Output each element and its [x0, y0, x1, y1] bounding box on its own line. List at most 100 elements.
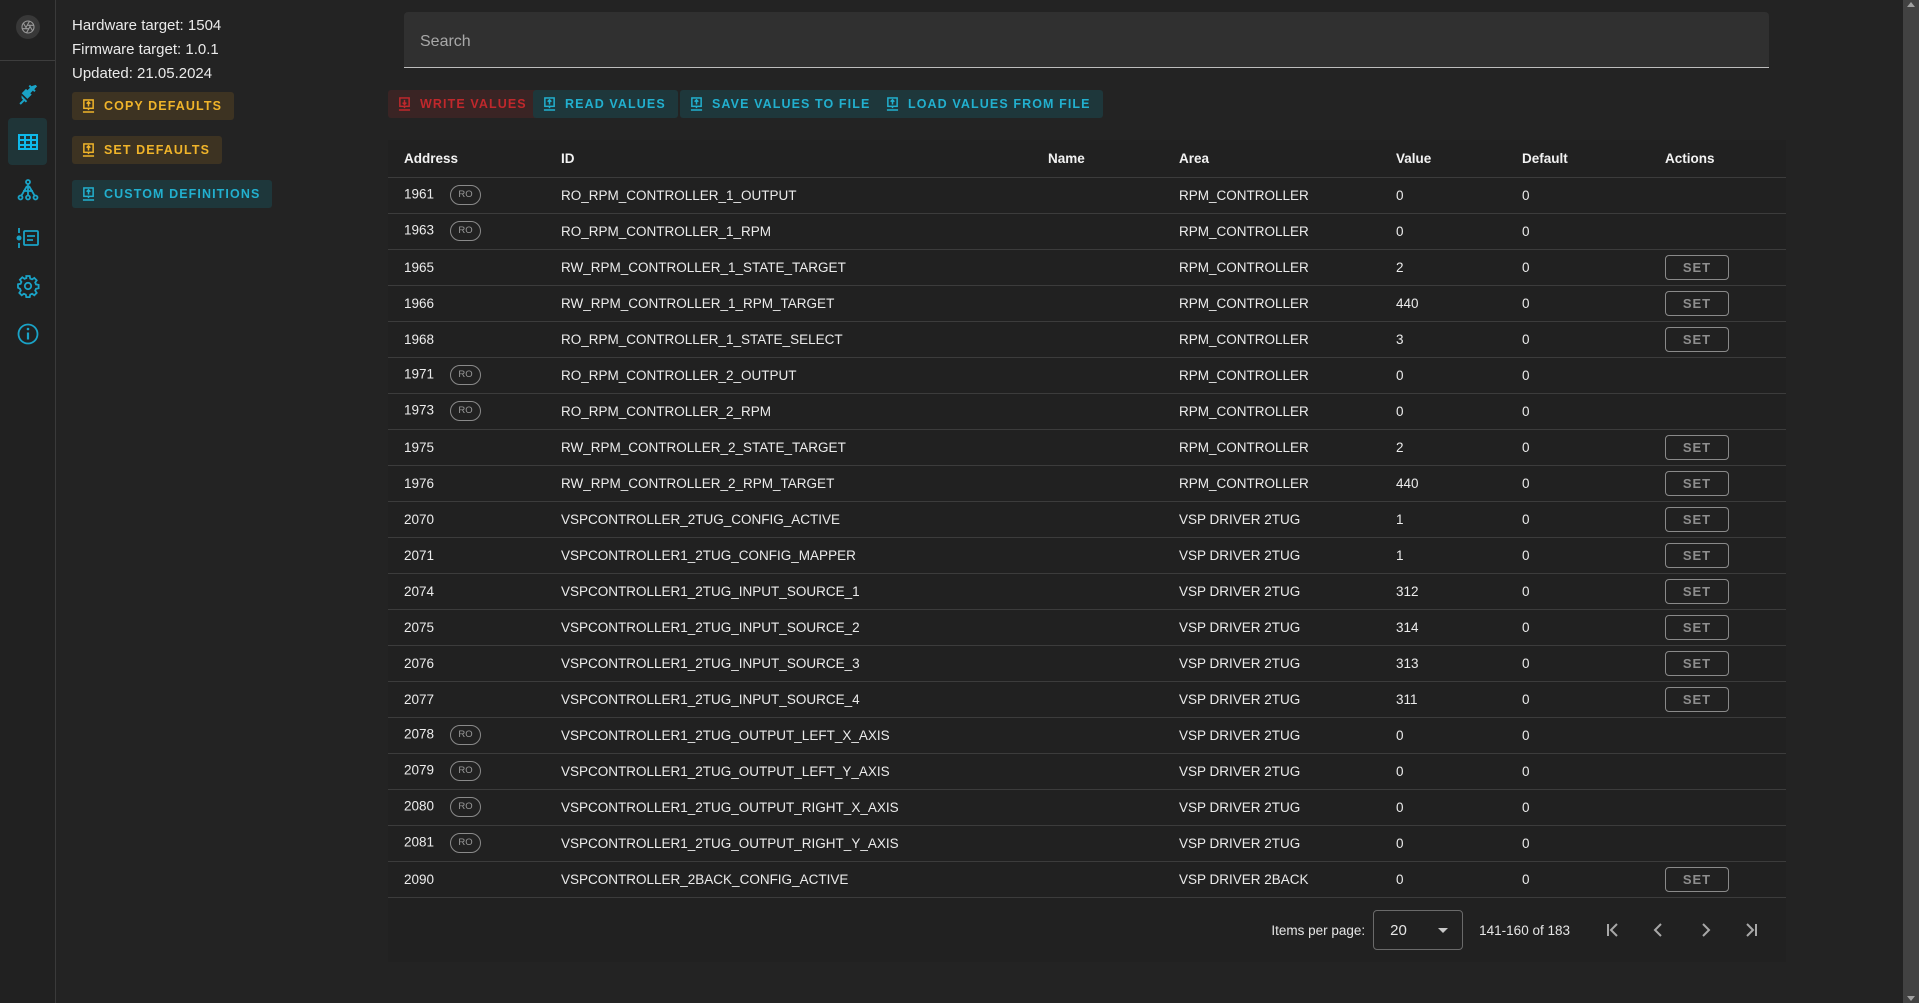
set-value-button[interactable]: SET — [1665, 866, 1729, 892]
cell-default: 0 — [1506, 249, 1649, 286]
column-header-name[interactable]: Name — [1032, 140, 1163, 178]
cell-actions — [1649, 177, 1786, 214]
cell-actions: SET — [1649, 285, 1786, 322]
table-row: 2079 RO VSPCONTROLLER1_2TUG_OUTPUT_LEFT_Y_… — [388, 753, 1786, 790]
table-row: 2075 VSPCONTROLLER1_2TUG_INPUT_SOURCE_2 VS… — [388, 609, 1786, 646]
cell-id: RW_RPM_CONTROLLER_2_STATE_TARGET — [545, 429, 1032, 466]
cell-default: 0 — [1506, 537, 1649, 574]
cell-default: 0 — [1506, 429, 1649, 466]
aperture-icon[interactable] — [16, 15, 40, 39]
write-values-button[interactable]: WRITE VALUES — [388, 90, 539, 118]
cell-actions: SET — [1649, 321, 1786, 358]
set-value-button[interactable]: SET — [1665, 326, 1729, 352]
set-value-button[interactable]: SET — [1665, 542, 1729, 568]
table-row: 1966 RW_RPM_CONTROLLER_1_RPM_TARGET RPM_CO… — [388, 285, 1786, 322]
cell-default: 0 — [1506, 177, 1649, 214]
cell-area: RPM_CONTROLLER — [1163, 357, 1380, 394]
cell-id: VSPCONTROLLER1_2TUG_INPUT_SOURCE_2 — [545, 609, 1032, 646]
cell-id: VSPCONTROLLER_2BACK_CONFIG_ACTIVE — [545, 861, 1032, 898]
cell-area: VSP DRIVER 2TUG — [1163, 609, 1380, 646]
load-values-label: LOAD VALUES FROM FILE — [908, 97, 1091, 111]
column-header-area[interactable]: Area — [1163, 140, 1380, 178]
set-value-button[interactable]: SET — [1665, 470, 1729, 496]
cell-actions: SET — [1649, 537, 1786, 574]
set-value-button[interactable]: SET — [1665, 434, 1729, 460]
cell-name — [1032, 465, 1163, 502]
set-value-button[interactable]: SET — [1665, 290, 1729, 316]
nav-list[interactable] — [8, 214, 47, 261]
nav-settings[interactable] — [8, 262, 47, 309]
set-value-button[interactable]: SET — [1665, 506, 1729, 532]
column-header-value[interactable]: Value — [1380, 140, 1506, 178]
cell-actions — [1649, 753, 1786, 790]
cell-value: 314 — [1380, 609, 1506, 646]
cell-address: 1976 — [388, 465, 545, 502]
gear-icon — [16, 274, 39, 298]
next-page-button[interactable] — [1682, 910, 1728, 950]
load-values-button[interactable]: LOAD VALUES FROM FILE — [876, 90, 1103, 118]
cell-value: 440 — [1380, 465, 1506, 502]
paginator: Items per page: 20 141-160 of 183 — [388, 898, 1786, 962]
address-value: 2076 — [404, 655, 435, 671]
table-row: 2070 VSPCONTROLLER_2TUG_CONFIG_ACTIVE VSP … — [388, 501, 1786, 538]
cell-actions — [1649, 789, 1786, 826]
cell-default: 0 — [1506, 789, 1649, 826]
nav-registers[interactable] — [8, 118, 47, 165]
nav-connection[interactable] — [8, 70, 47, 117]
items-per-page-select[interactable]: 20 — [1373, 910, 1464, 950]
cell-id: VSPCONTROLLER1_2TUG_OUTPUT_RIGHT_Y_AXIS — [545, 825, 1032, 862]
cell-name — [1032, 573, 1163, 610]
hardware-target: Hardware target: 1504 — [72, 17, 222, 34]
read-values-button[interactable]: READ VALUES — [533, 90, 678, 118]
page-scrollbar[interactable] — [1903, 0, 1919, 1003]
search-input[interactable] — [404, 12, 1769, 67]
first-page-button[interactable] — [1590, 910, 1636, 950]
nav-hierarchy[interactable] — [8, 166, 47, 213]
cell-address: 2071 — [388, 537, 545, 574]
cell-id: VSPCONTROLLER1_2TUG_INPUT_SOURCE_3 — [545, 645, 1032, 682]
read-only-badge: RO — [450, 185, 482, 205]
cell-default: 0 — [1506, 285, 1649, 322]
address-value: 2081 — [404, 834, 435, 850]
cell-actions: SET — [1649, 861, 1786, 898]
cell-name — [1032, 681, 1163, 718]
cell-name — [1032, 753, 1163, 790]
set-value-button[interactable]: SET — [1665, 686, 1729, 712]
cell-id: RW_RPM_CONTROLLER_1_STATE_TARGET — [545, 249, 1032, 286]
last-page-icon — [1746, 923, 1757, 937]
column-header-address[interactable]: Address — [388, 140, 545, 178]
set-value-button[interactable]: SET — [1665, 650, 1729, 676]
cell-actions: SET — [1649, 609, 1786, 646]
search-field[interactable] — [404, 12, 1769, 68]
cell-id: RO_RPM_CONTROLLER_2_OUTPUT — [545, 357, 1032, 394]
cell-address: 1968 — [388, 321, 545, 358]
device-upload-icon — [82, 99, 95, 113]
set-defaults-button[interactable]: SET DEFAULTS — [72, 136, 223, 164]
save-values-button[interactable]: SAVE VALUES TO FILE — [680, 90, 883, 118]
registers-table-container: Address ID Name Area Value Default Actio… — [388, 140, 1786, 962]
column-header-default[interactable]: Default — [1506, 140, 1649, 178]
last-page-button[interactable] — [1728, 910, 1774, 950]
table-row: 2076 VSPCONTROLLER1_2TUG_INPUT_SOURCE_3 VS… — [388, 645, 1786, 682]
scroll-down-arrow-icon[interactable] — [1907, 996, 1915, 1001]
cell-value: 0 — [1380, 861, 1506, 898]
device-upload-icon — [690, 97, 703, 111]
custom-definitions-button[interactable]: CUSTOM DEFINITIONS — [72, 180, 273, 208]
previous-page-button[interactable] — [1636, 910, 1682, 950]
table-row: 2074 VSPCONTROLLER1_2TUG_INPUT_SOURCE_1 VS… — [388, 573, 1786, 610]
device-upload-icon — [543, 97, 556, 111]
address-value: 2079 — [404, 762, 435, 778]
nav-info[interactable] — [8, 310, 47, 357]
cell-actions — [1649, 357, 1786, 394]
scroll-up-arrow-icon[interactable] — [1907, 2, 1915, 7]
copy-defaults-button[interactable]: COPY DEFAULTS — [72, 92, 235, 120]
column-header-id[interactable]: ID — [545, 140, 1032, 178]
cell-name — [1032, 501, 1163, 538]
cell-address: 2081 RO — [388, 825, 545, 862]
table-icon — [17, 133, 38, 150]
cell-name — [1032, 861, 1163, 898]
cell-address: 1965 — [388, 249, 545, 286]
set-value-button[interactable]: SET — [1665, 578, 1729, 604]
set-value-button[interactable]: SET — [1665, 614, 1729, 640]
set-value-button[interactable]: SET — [1665, 254, 1729, 280]
